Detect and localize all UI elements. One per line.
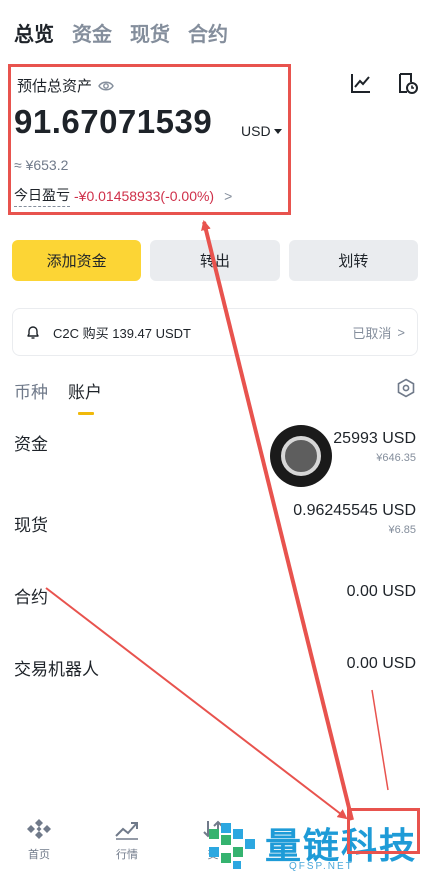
account-row-spot[interactable]: 现货 0.96245545 USD ¥6.85 bbox=[14, 502, 416, 562]
chevron-right-icon: > bbox=[224, 188, 233, 204]
account-value: 0.96245545 USD bbox=[293, 502, 416, 519]
loading-spinner bbox=[270, 425, 332, 487]
chart-icon[interactable] bbox=[350, 72, 372, 94]
bell-icon bbox=[27, 326, 39, 339]
account-name: 资金 bbox=[14, 435, 48, 454]
pnl-row[interactable]: 今日盈亏 -¥0.01458933(-0.00%) > bbox=[14, 185, 232, 207]
tab-spot[interactable]: 现货 bbox=[130, 18, 170, 47]
c2c-notice[interactable]: C2C 购买 139.47 USDT 已取消 > bbox=[12, 308, 418, 356]
nav-label: 首页 bbox=[28, 849, 50, 861]
trend-icon bbox=[115, 822, 138, 840]
balance-card: 预估总资产 91.67071539 USD ≈ ¥653.2 今日盈亏 -¥0.… bbox=[8, 64, 291, 215]
balance-label: 预估总资产 bbox=[17, 78, 93, 95]
asset-subtabs: 币种 账户 bbox=[14, 378, 102, 415]
account-value: 0.00 USD bbox=[346, 583, 416, 600]
pnl-value: -¥0.01458933(-0.00%) bbox=[74, 188, 215, 204]
account-row-trading-bot[interactable]: 交易机器人 0.00 USD bbox=[14, 655, 416, 715]
tab-futures[interactable]: 合约 bbox=[188, 18, 228, 47]
account-row-funding[interactable]: 资金 25993 USD ¥646.35 bbox=[14, 430, 416, 490]
nav-markets[interactable]: 行情 bbox=[102, 818, 152, 862]
account-row-futures[interactable]: 合约 0.00 USD bbox=[14, 583, 416, 643]
account-name: 交易机器人 bbox=[14, 660, 99, 679]
nav-home[interactable]: 首页 bbox=[14, 818, 64, 862]
settings-icon[interactable] bbox=[396, 378, 416, 398]
logo-icon bbox=[209, 823, 255, 869]
top-tabs: 总览 资金 现货 合约 bbox=[14, 18, 228, 47]
notice-status: 已取消 bbox=[352, 325, 392, 341]
caret-down-icon bbox=[273, 128, 282, 134]
pnl-label: 今日盈亏 bbox=[14, 185, 70, 207]
deposit-button[interactable]: 添加资金 bbox=[12, 240, 142, 281]
highlight-box bbox=[347, 808, 420, 854]
action-buttons: 添加资金 转出 划转 bbox=[12, 240, 418, 281]
history-icon[interactable] bbox=[396, 72, 418, 94]
account-cny: ¥646.35 bbox=[376, 452, 416, 464]
watermark-subtitle: QFSP.NET bbox=[289, 861, 354, 872]
chevron-right-icon: > bbox=[397, 324, 405, 340]
account-cny: ¥6.85 bbox=[388, 524, 416, 536]
tab-coins[interactable]: 币种 bbox=[14, 378, 48, 403]
currency-selector[interactable]: USD bbox=[241, 123, 282, 139]
balance-cny: ≈ ¥653.2 bbox=[14, 157, 69, 173]
nav-label: 行情 bbox=[116, 849, 138, 861]
transfer-button[interactable]: 划转 bbox=[288, 240, 418, 281]
home-icon bbox=[27, 819, 51, 839]
notice-text: C2C 购买 139.47 USDT bbox=[53, 325, 191, 341]
account-value: 25993 USD bbox=[333, 430, 416, 447]
account-value: 0.00 USD bbox=[346, 655, 416, 672]
currency-label: USD bbox=[241, 123, 271, 139]
withdraw-button[interactable]: 转出 bbox=[150, 240, 280, 281]
account-name: 现货 bbox=[14, 516, 48, 535]
balance-value: 91.67071539 bbox=[14, 103, 213, 140]
account-name: 合约 bbox=[14, 588, 48, 607]
tab-funding[interactable]: 资金 bbox=[72, 18, 112, 47]
tab-accounts[interactable]: 账户 bbox=[68, 378, 102, 415]
eye-icon[interactable] bbox=[98, 78, 114, 94]
tab-overview[interactable]: 总览 bbox=[14, 18, 54, 47]
